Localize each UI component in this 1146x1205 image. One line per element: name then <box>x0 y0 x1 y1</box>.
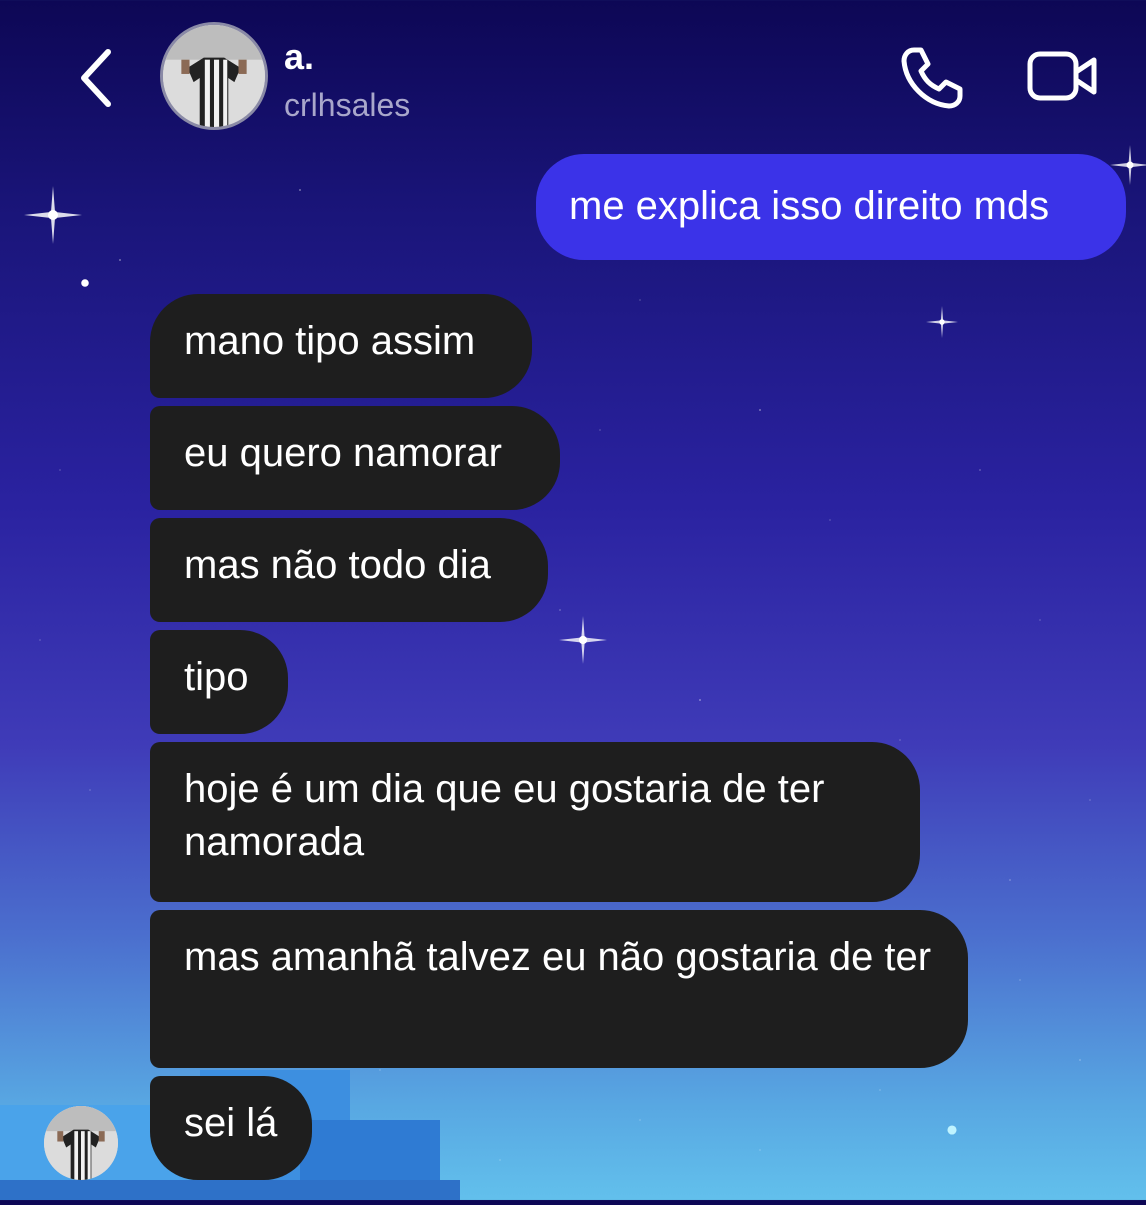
received-message-bubble[interactable]: sei lá <box>150 1076 312 1180</box>
received-message-bubble[interactable]: eu quero namorar <box>150 406 560 510</box>
sparkle-decoration <box>24 186 82 244</box>
sparkle-decoration <box>74 272 96 294</box>
avatar-image <box>44 1106 118 1180</box>
contact-avatar[interactable] <box>160 22 268 130</box>
received-message-bubble[interactable]: mano tipo assim <box>150 294 532 398</box>
sent-message-bubble[interactable]: me explica isso direito mds <box>536 154 1126 260</box>
sparkle-decoration <box>559 616 607 664</box>
received-message-bubble[interactable]: mas amanhã talvez eu não gostaria de ter <box>150 910 968 1068</box>
sparkle-decoration <box>941 1119 963 1141</box>
video-call-button[interactable] <box>1024 44 1100 108</box>
received-message-bubble[interactable]: hoje é um dia que eu gostaria de ter nam… <box>150 742 920 902</box>
received-message-bubble[interactable]: tipo <box>150 630 288 734</box>
sparkle-decoration <box>926 306 958 338</box>
avatar-image <box>163 25 265 127</box>
sender-avatar[interactable] <box>44 1106 118 1180</box>
back-button[interactable] <box>70 44 128 112</box>
contact-name[interactable]: a. <box>284 36 314 78</box>
received-message-bubble[interactable]: mas não todo dia <box>150 518 548 622</box>
video-camera-icon <box>1027 51 1097 101</box>
phone-icon <box>901 47 963 109</box>
audio-call-button[interactable] <box>896 42 968 114</box>
contact-username[interactable]: crlhsales <box>284 86 410 124</box>
chevron-left-icon <box>81 49 111 107</box>
chat-header: a. crlhsales <box>0 0 1146 150</box>
